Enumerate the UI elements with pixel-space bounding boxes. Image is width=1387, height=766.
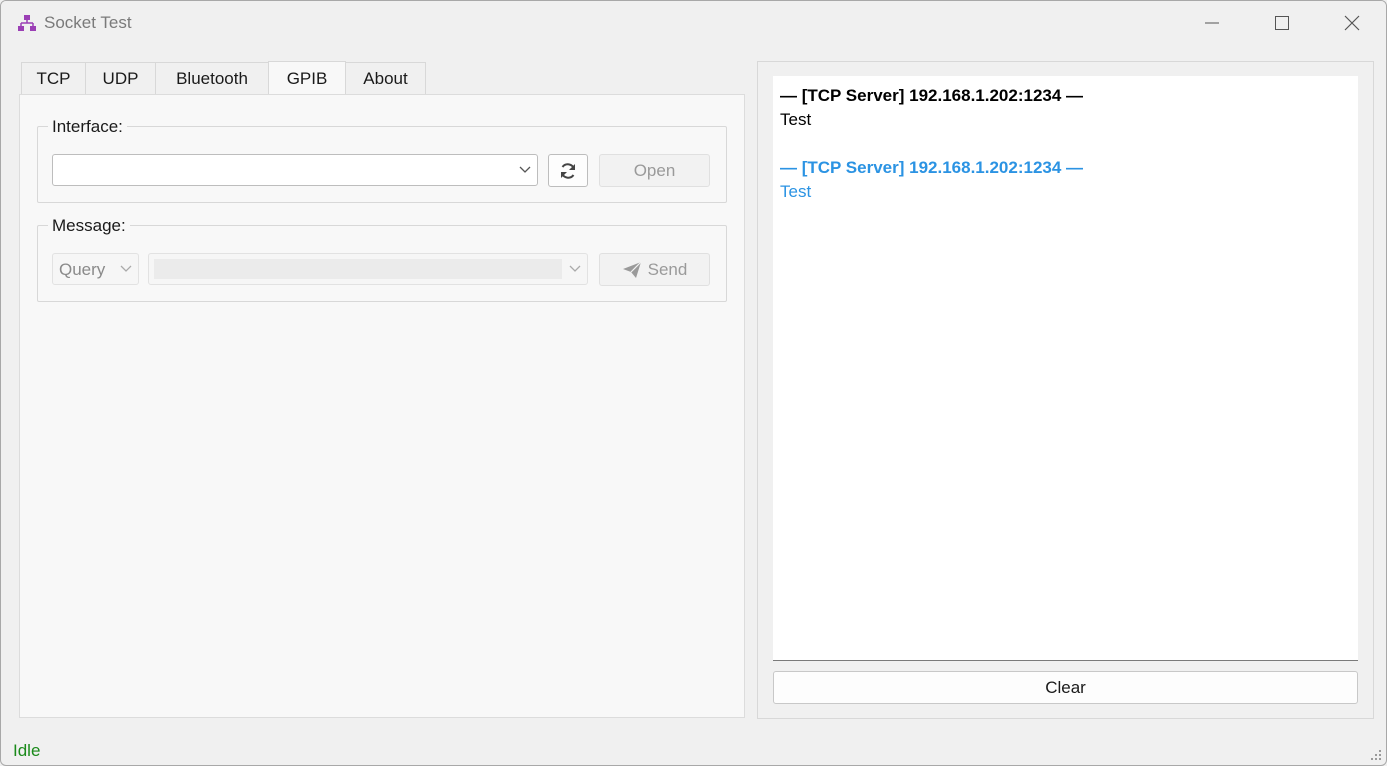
close-button[interactable]: [1317, 1, 1386, 45]
window-title: Socket Test: [44, 13, 132, 32]
message-text-area: [154, 259, 562, 279]
message-group-title: Message:: [48, 216, 130, 236]
send-button[interactable]: Send: [599, 253, 710, 286]
maximize-icon: [1275, 16, 1289, 30]
mode-select[interactable]: Query: [52, 253, 139, 285]
tab-bar: TCP UDP Bluetooth GPIB About: [21, 61, 426, 95]
message-group: Message: Query Send: [37, 216, 727, 302]
minimize-icon: [1205, 22, 1219, 24]
log-view[interactable]: — [TCP Server] 192.168.1.202:1234 — Test…: [773, 76, 1358, 661]
app-window: Socket Test TCP UDP Bluetooth GPIB About…: [0, 0, 1387, 766]
clear-button[interactable]: Clear: [773, 671, 1358, 704]
tab-gpib[interactable]: GPIB: [268, 61, 346, 95]
tab-tcp[interactable]: TCP: [21, 62, 86, 94]
log-entry-header: — [TCP Server] 192.168.1.202:1234 —: [780, 86, 1084, 105]
title-bar: Socket Test: [1, 1, 1386, 45]
log-entry: — [TCP Server] 192.168.1.202:1234 — Test: [780, 84, 1351, 132]
log-entry-header: — [TCP Server] 192.168.1.202:1234 —: [780, 158, 1084, 177]
paper-plane-icon: [622, 261, 642, 278]
interface-group: Interface: Open: [37, 117, 727, 203]
log-entry: — [TCP Server] 192.168.1.202:1234 — Test: [780, 156, 1351, 204]
tab-udp[interactable]: UDP: [85, 62, 156, 94]
refresh-button[interactable]: [548, 154, 588, 187]
status-text: Idle: [13, 741, 41, 760]
maximize-button[interactable]: [1247, 1, 1317, 45]
gpib-panel: Interface: Open Message: Query Send: [19, 94, 745, 718]
log-entry-body: Test: [780, 110, 812, 129]
tab-about[interactable]: About: [345, 62, 426, 94]
log-entry-body: Test: [780, 182, 812, 201]
refresh-icon: [561, 162, 575, 179]
minimize-button[interactable]: [1177, 1, 1247, 45]
chevron-down-icon: [120, 265, 132, 272]
resize-grip-icon[interactable]: [1370, 749, 1382, 761]
network-icon: [18, 15, 36, 31]
interface-group-title: Interface:: [48, 117, 127, 137]
chevron-down-icon: [569, 265, 581, 272]
message-input[interactable]: [148, 253, 588, 285]
close-icon: [1344, 15, 1360, 31]
open-button[interactable]: Open: [599, 154, 710, 187]
log-panel: — [TCP Server] 192.168.1.202:1234 — Test…: [757, 61, 1374, 719]
interface-select[interactable]: [52, 154, 538, 186]
chevron-down-icon: [519, 166, 531, 173]
tab-bluetooth[interactable]: Bluetooth: [155, 62, 269, 94]
